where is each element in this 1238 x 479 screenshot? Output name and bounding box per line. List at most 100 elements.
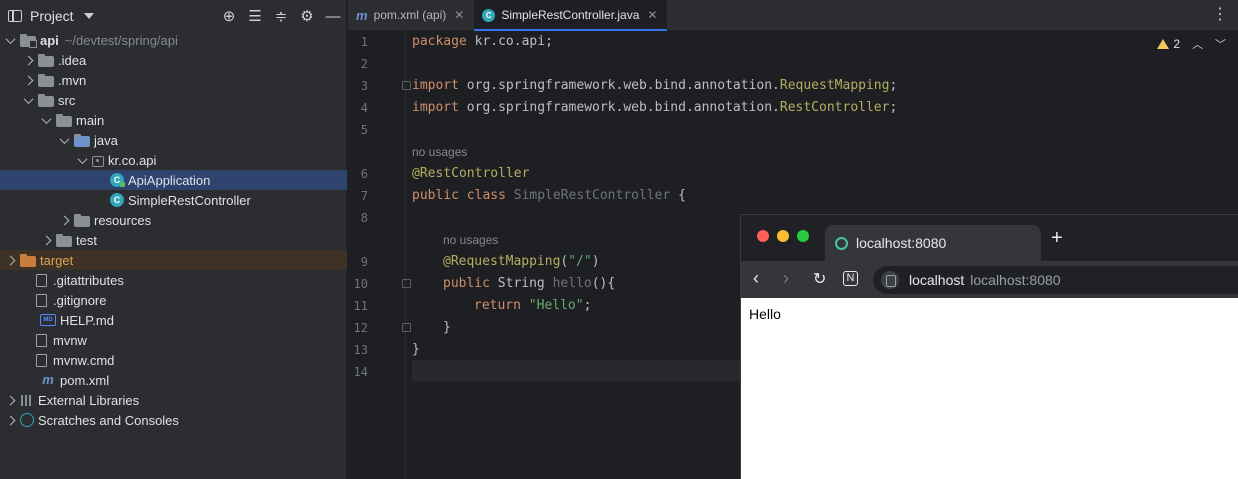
- tree-item-idea[interactable]: .idea: [0, 50, 347, 70]
- chevron-right-icon[interactable]: [4, 254, 16, 266]
- warning-count: 2: [1173, 37, 1180, 51]
- minimize-window-button[interactable]: [777, 230, 789, 242]
- class-icon: C: [482, 8, 496, 22]
- chevron-down-icon[interactable]: [4, 34, 16, 46]
- fold-marker-icon[interactable]: [402, 81, 411, 90]
- chevron-up-icon[interactable]: ︿: [1192, 36, 1203, 52]
- tree-item-main[interactable]: main: [0, 110, 347, 130]
- line-number-gutter: 1 2 3 4 5 6 7 8 9 10 11 12 13 14: [348, 31, 411, 479]
- chevron-right-icon[interactable]: [4, 414, 16, 426]
- site-info-icon[interactable]: [881, 271, 899, 289]
- new-tab-button[interactable]: +: [1051, 227, 1063, 250]
- chevron-right-icon[interactable]: [22, 74, 34, 86]
- tree-item-api[interactable]: api ~/devtest/spring/api: [0, 30, 347, 50]
- close-icon[interactable]: ✕: [454, 8, 464, 22]
- tree-item-label: api: [40, 32, 59, 48]
- forward-icon[interactable]: ›: [783, 268, 789, 289]
- browser-tab[interactable]: localhost:8080: [825, 225, 1041, 261]
- locate-file-icon[interactable]: ⊕: [216, 4, 242, 28]
- close-icon[interactable]: ✕: [647, 8, 657, 22]
- tree-item-pom-xml[interactable]: m pom.xml: [0, 370, 347, 390]
- tree-item-target[interactable]: target: [0, 250, 347, 270]
- close-window-button[interactable]: [757, 230, 769, 242]
- usages-hint[interactable]: no usages: [443, 229, 498, 251]
- maximize-window-button[interactable]: [797, 230, 809, 242]
- tree-item-src[interactable]: src: [0, 90, 347, 110]
- editor-tabs: m pom.xml (api) ✕ C SimpleRestController…: [348, 0, 1238, 31]
- tree-item-label: Scratches and Consoles: [38, 412, 179, 428]
- chevron-down-icon[interactable]: [58, 134, 70, 146]
- browser-tab-title: localhost:8080: [856, 235, 947, 251]
- line-number: 8: [360, 211, 368, 225]
- tree-item-label: External Libraries: [38, 392, 140, 408]
- tree-item-resources[interactable]: resources: [0, 210, 347, 230]
- tree-item-label: java: [94, 132, 118, 148]
- chevron-down-icon[interactable]: [76, 154, 88, 166]
- file-icon: [36, 293, 47, 307]
- tree-item-external-libraries[interactable]: External Libraries: [0, 390, 347, 410]
- project-path: ~/devtest/spring/api: [64, 32, 178, 48]
- minimize-icon[interactable]: —: [320, 4, 346, 28]
- spring-class-icon: C: [110, 173, 125, 187]
- maven-icon: m: [356, 7, 368, 23]
- tree-item-mvnw-cmd[interactable]: mvnw.cmd: [0, 350, 347, 370]
- line-number: 1: [360, 35, 368, 49]
- code-line-4: import org.springframework.web.bind.anno…: [412, 100, 898, 115]
- chevron-down-icon[interactable]: ﹀: [1215, 36, 1226, 52]
- tree-item-java[interactable]: java: [0, 130, 347, 150]
- tree-item-label: src: [58, 92, 76, 108]
- tree-item-package[interactable]: kr.co.api: [0, 150, 347, 170]
- inspection-widget[interactable]: 2 ︿ ﹀: [1157, 36, 1226, 52]
- tree-item-mvnw[interactable]: mvnw: [0, 330, 347, 350]
- line-number: 5: [360, 123, 368, 137]
- line-number: 11: [353, 299, 368, 313]
- resources-folder-icon: [74, 213, 90, 227]
- tab-pom-xml[interactable]: m pom.xml (api) ✕: [348, 0, 474, 31]
- chevron-right-icon[interactable]: [4, 394, 16, 406]
- tree-item-label: .gitattributes: [53, 272, 124, 288]
- tree-item-label: target: [40, 252, 74, 268]
- expand-all-icon[interactable]: ☰: [242, 4, 268, 28]
- tree-item-gitattributes[interactable]: .gitattributes: [0, 270, 347, 290]
- tree-item-mvn[interactable]: .mvn: [0, 70, 347, 90]
- chevron-right-icon[interactable]: [58, 214, 70, 226]
- project-view-selector[interactable]: Project: [30, 8, 74, 24]
- tree-item-label: .idea: [58, 52, 87, 68]
- source-folder-icon: [74, 133, 90, 147]
- collapse-all-icon[interactable]: ≑: [268, 4, 294, 28]
- page-content: Hello: [741, 298, 1238, 330]
- tree-item-label: test: [76, 232, 97, 248]
- gear-icon[interactable]: ⚙: [294, 4, 320, 28]
- tree-item-label: ApiApplication: [128, 172, 211, 188]
- tree-item-apiapplication[interactable]: C ApiApplication: [0, 170, 347, 190]
- reload-icon[interactable]: ↻: [813, 269, 826, 289]
- chevron-down-icon[interactable]: [40, 114, 52, 126]
- chevron-right-icon[interactable]: [40, 234, 52, 246]
- tree-item-label: .gitignore: [53, 292, 107, 308]
- project-tree: api ~/devtest/spring/api .idea .mvn src …: [0, 30, 347, 430]
- file-icon: [36, 273, 47, 287]
- project-toolbar: ⊕ ☰ ≑ ⚙ —: [216, 0, 346, 32]
- address-bar[interactable]: localhost localhost:8080: [873, 266, 1238, 294]
- class-icon: C: [110, 193, 124, 207]
- tree-item-gitignore[interactable]: .gitignore: [0, 290, 347, 310]
- tree-item-simplerestcontroller[interactable]: C SimpleRestController: [0, 190, 347, 210]
- line-number: 3: [360, 79, 368, 93]
- tree-item-label: pom.xml: [60, 372, 110, 388]
- tab-simplerestcontroller[interactable]: C SimpleRestController.java ✕: [474, 0, 668, 31]
- tree-item-test[interactable]: test: [0, 230, 347, 250]
- extension-icon[interactable]: N: [843, 271, 858, 286]
- tree-item-help-md[interactable]: MD HELP.md: [0, 310, 347, 330]
- line-number: 7: [360, 189, 368, 203]
- chevron-right-icon[interactable]: [22, 54, 34, 66]
- chevron-down-icon[interactable]: [83, 13, 94, 19]
- tree-item-scratches[interactable]: Scratches and Consoles: [0, 410, 347, 430]
- browser-window: localhost:8080 + ‹ › ↻ N localhost local…: [740, 214, 1238, 479]
- usages-hint[interactable]: no usages: [412, 141, 467, 163]
- back-icon[interactable]: ‹: [753, 268, 759, 289]
- code-line-6: @RestController: [412, 166, 530, 181]
- chevron-down-icon[interactable]: [22, 94, 34, 106]
- fold-marker-icon[interactable]: [402, 323, 411, 332]
- fold-marker-icon[interactable]: [402, 279, 411, 288]
- more-options-icon[interactable]: ⋮: [1212, 7, 1228, 23]
